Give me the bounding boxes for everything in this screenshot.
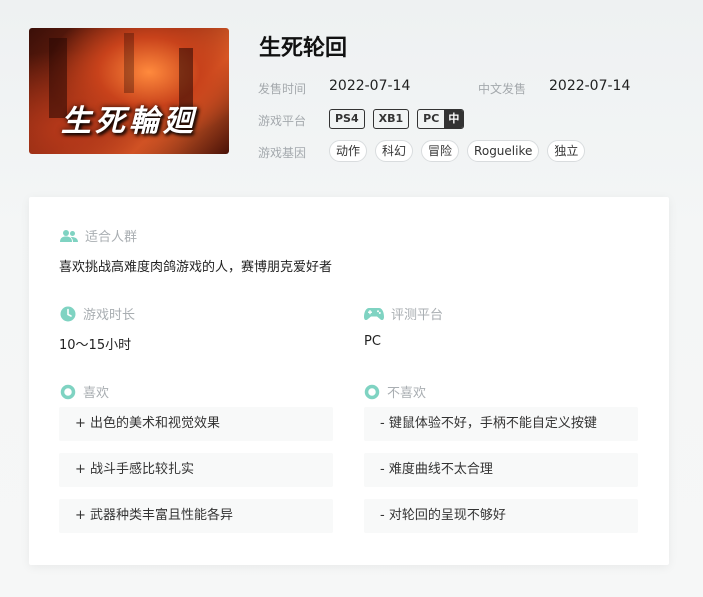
platform-badge-ps4: PS4 [329,109,365,129]
game-title: 生死轮回 [259,36,348,61]
users-icon [60,229,78,242]
cn-release-date-label: 中文发售 [478,82,527,96]
audience-section-label: 适合人群 [60,226,137,245]
review-summary-card: 适合人群 喜欢挑战高难度肉鸽游戏的人，赛博朋克爱好者 游戏时长 10～15小时 … [29,197,669,565]
ring-icon [60,384,76,399]
review-platform-text: PC [364,334,381,349]
release-date-value: 2022-07-14 [329,78,411,94]
game-cover-image[interactable]: 生死輪廻 [29,28,229,154]
audience-text: 喜欢挑战高难度肉鸽游戏的人，赛博朋克爱好者 [59,260,333,275]
genre-tag[interactable]: 科幻 [375,140,414,162]
review-platform-section-label: 评测平台 [364,304,443,323]
ring-icon [364,384,380,399]
release-date-label: 发售时间 [258,82,307,96]
playtime-section-label: 游戏时长 [60,304,135,323]
genre-tag[interactable]: Roguelike [467,140,540,162]
chinese-support-badge: 中 [444,110,464,128]
genre-label: 游戏基因 [258,146,307,160]
platform-label: 游戏平台 [258,114,307,128]
gamepad-icon [364,307,384,320]
game-header: 生死輪廻 生死轮回 发售时间 2022-07-14 中文发售 2022-07-1… [29,28,689,162]
like-item: + 武器种类丰富且性能各异 [59,499,333,533]
genre-tag-list: 动作 科幻 冒险 Roguelike 独立 [329,140,586,162]
genre-tag[interactable]: 独立 [547,140,586,162]
dislike-item: - 对轮回的呈现不够好 [364,499,638,533]
like-item: + 战斗手感比较扎实 [59,453,333,487]
playtime-text: 10～15小时 [59,338,132,353]
clock-icon [60,306,76,321]
platform-badge-pc: PC 中 [417,109,465,129]
platform-list: PS4 XB1 PC 中 [329,109,465,129]
likes-section-label: 喜欢 [60,382,109,401]
cn-release-date-value: 2022-07-14 [549,78,631,94]
genre-tag[interactable]: 动作 [329,140,368,162]
dislike-item: - 难度曲线不太合理 [364,453,638,487]
like-item: + 出色的美术和视觉效果 [59,407,333,441]
genre-tag[interactable]: 冒险 [421,140,460,162]
dislikes-section-label: 不喜欢 [364,382,426,401]
platform-badge-xb1: XB1 [372,109,410,129]
dislike-item: - 键鼠体验不好，手柄不能自定义按键 [364,407,638,441]
cover-logo-text: 生死輪廻 [61,104,197,139]
